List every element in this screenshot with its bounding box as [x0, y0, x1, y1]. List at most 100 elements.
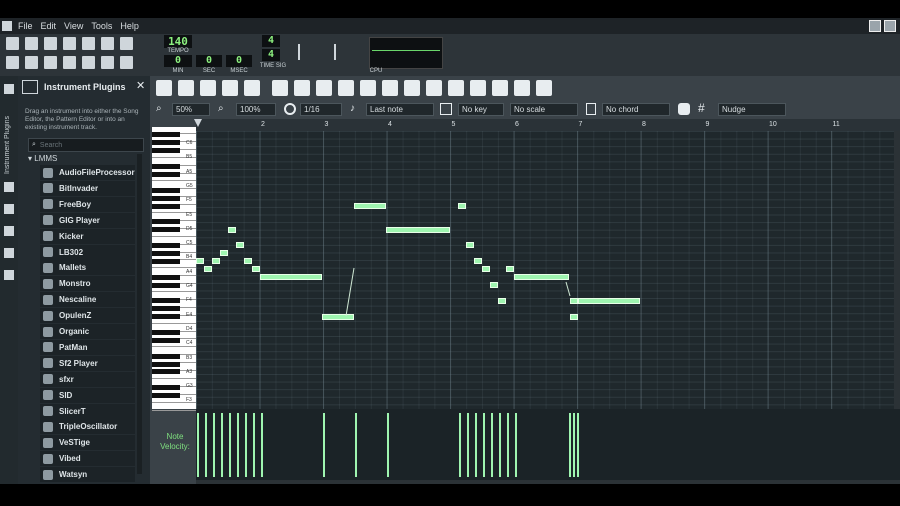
key-select[interactable]: No key	[458, 103, 504, 116]
mixer-icon[interactable]	[82, 56, 95, 69]
velocity-bar[interactable]	[459, 413, 461, 477]
stop-button[interactable]	[244, 80, 260, 96]
paste-icon[interactable]	[470, 80, 486, 96]
velocity-bar[interactable]	[475, 413, 477, 477]
note[interactable]	[236, 242, 244, 248]
time-sig-denominator[interactable]: 4	[262, 49, 280, 61]
plugin-item[interactable]: Watsyn	[40, 467, 135, 483]
note[interactable]	[260, 274, 322, 280]
pattern-editor-icon[interactable]	[25, 56, 38, 69]
plugin-item[interactable]: TripleOscillator	[40, 419, 135, 435]
piano-black-key[interactable]	[152, 171, 180, 177]
record-while-playing-button[interactable]	[200, 80, 216, 96]
note[interactable]	[490, 282, 498, 288]
piano-black-key[interactable]	[152, 282, 180, 288]
master-pitch-slider[interactable]	[334, 44, 366, 60]
plugin-item[interactable]: GIG Player	[40, 212, 135, 228]
timeline-ruler[interactable]	[194, 119, 900, 131]
plugin-list-scrollbar[interactable]	[137, 154, 142, 474]
piano-black-key[interactable]	[152, 298, 180, 304]
metronome-icon[interactable]	[120, 37, 133, 50]
automation-editor-icon[interactable]	[63, 56, 76, 69]
recent-projects-icon[interactable]	[63, 37, 76, 50]
note[interactable]	[354, 203, 386, 209]
draw-mode-icon[interactable]	[272, 80, 288, 96]
scale-select[interactable]: No scale	[510, 103, 578, 116]
play-button[interactable]	[156, 80, 172, 96]
close-panel-icon[interactable]: ✕	[136, 79, 145, 92]
plugin-group-lmms[interactable]: ▾ LMMS	[28, 154, 57, 163]
plugin-item[interactable]: Nescaline	[40, 292, 135, 308]
plugin-item[interactable]: OpulenZ	[40, 308, 135, 324]
plugin-item[interactable]: Vibed	[40, 451, 135, 467]
note[interactable]	[578, 298, 640, 304]
note[interactable]	[196, 258, 204, 264]
menu-tools[interactable]: Tools	[91, 21, 112, 31]
note[interactable]	[212, 258, 220, 264]
velocity-bar[interactable]	[577, 413, 579, 477]
velocity-bar[interactable]	[569, 413, 571, 477]
velocity-bar[interactable]	[507, 413, 509, 477]
presets-tab-icon[interactable]	[4, 226, 14, 236]
instrument-plugins-tab[interactable]: Instrument Plugins	[4, 104, 14, 174]
project-notes-icon[interactable]	[120, 56, 133, 69]
tools-icon[interactable]	[382, 80, 398, 96]
piano-black-key[interactable]	[152, 132, 180, 138]
note[interactable]	[204, 266, 212, 272]
master-volume-slider[interactable]	[298, 44, 330, 60]
piano-black-key[interactable]	[152, 258, 180, 264]
plugin-item[interactable]: Mallets	[40, 260, 135, 276]
note[interactable]	[458, 203, 466, 209]
snap-grid-icon[interactable]: #	[698, 101, 705, 115]
note[interactable]	[474, 258, 482, 264]
piano-black-key[interactable]	[152, 314, 180, 320]
velocity-bar[interactable]	[197, 413, 199, 477]
note[interactable]	[482, 266, 490, 272]
menu-edit[interactable]: Edit	[41, 21, 57, 31]
piano-black-key[interactable]	[152, 274, 180, 280]
piano-black-key[interactable]	[152, 306, 180, 312]
time-line-follow-icon[interactable]	[492, 80, 508, 96]
plugin-item[interactable]: Sf2 Player	[40, 355, 135, 371]
velocity-bar[interactable]	[573, 413, 575, 477]
note[interactable]	[252, 266, 260, 272]
velocity-bar[interactable]	[245, 413, 247, 477]
note[interactable]	[514, 274, 569, 280]
note[interactable]	[506, 266, 514, 272]
velocity-bar[interactable]	[499, 413, 501, 477]
piano-black-key[interactable]	[152, 337, 180, 343]
pitch-bend-mode-icon[interactable]	[338, 80, 354, 96]
piano-black-key[interactable]	[152, 195, 180, 201]
export-icon[interactable]	[101, 37, 114, 50]
restore-window-button[interactable]	[869, 20, 881, 32]
quantize-icon[interactable]	[360, 80, 376, 96]
menu-view[interactable]: View	[64, 21, 83, 31]
vertical-scrollbar[interactable]	[894, 131, 900, 409]
plugin-item[interactable]: SlicerT	[40, 403, 135, 419]
save-project-icon[interactable]	[82, 37, 95, 50]
note[interactable]	[570, 298, 578, 304]
menu-help[interactable]: Help	[120, 21, 139, 31]
plugin-item[interactable]: FreeBoy	[40, 196, 135, 212]
open-project-icon[interactable]	[44, 37, 57, 50]
snap-mode-select[interactable]: Nudge	[718, 103, 786, 116]
tempo-display[interactable]: 140	[164, 35, 192, 48]
glue-notes-icon[interactable]	[404, 80, 420, 96]
piano-black-key[interactable]	[152, 393, 180, 399]
velocity-bar[interactable]	[205, 413, 207, 477]
note[interactable]	[322, 314, 354, 320]
velocity-bar[interactable]	[491, 413, 493, 477]
plugin-item[interactable]: VeSTige	[40, 435, 135, 451]
velocity-bar[interactable]	[355, 413, 357, 477]
quantize-select[interactable]: 1/16	[300, 103, 342, 116]
zoom-h-select[interactable]: 50%	[172, 103, 210, 116]
note-velocity-area[interactable]	[196, 409, 900, 480]
note[interactable]	[220, 250, 228, 256]
piano-black-key[interactable]	[152, 250, 180, 256]
piano-white-key[interactable]	[152, 404, 196, 411]
velocity-bar[interactable]	[323, 413, 325, 477]
back-to-start-icon[interactable]	[536, 80, 552, 96]
piano-black-key[interactable]	[152, 148, 180, 154]
plugin-item[interactable]: Organic	[40, 324, 135, 339]
velocity-bar[interactable]	[237, 413, 239, 477]
